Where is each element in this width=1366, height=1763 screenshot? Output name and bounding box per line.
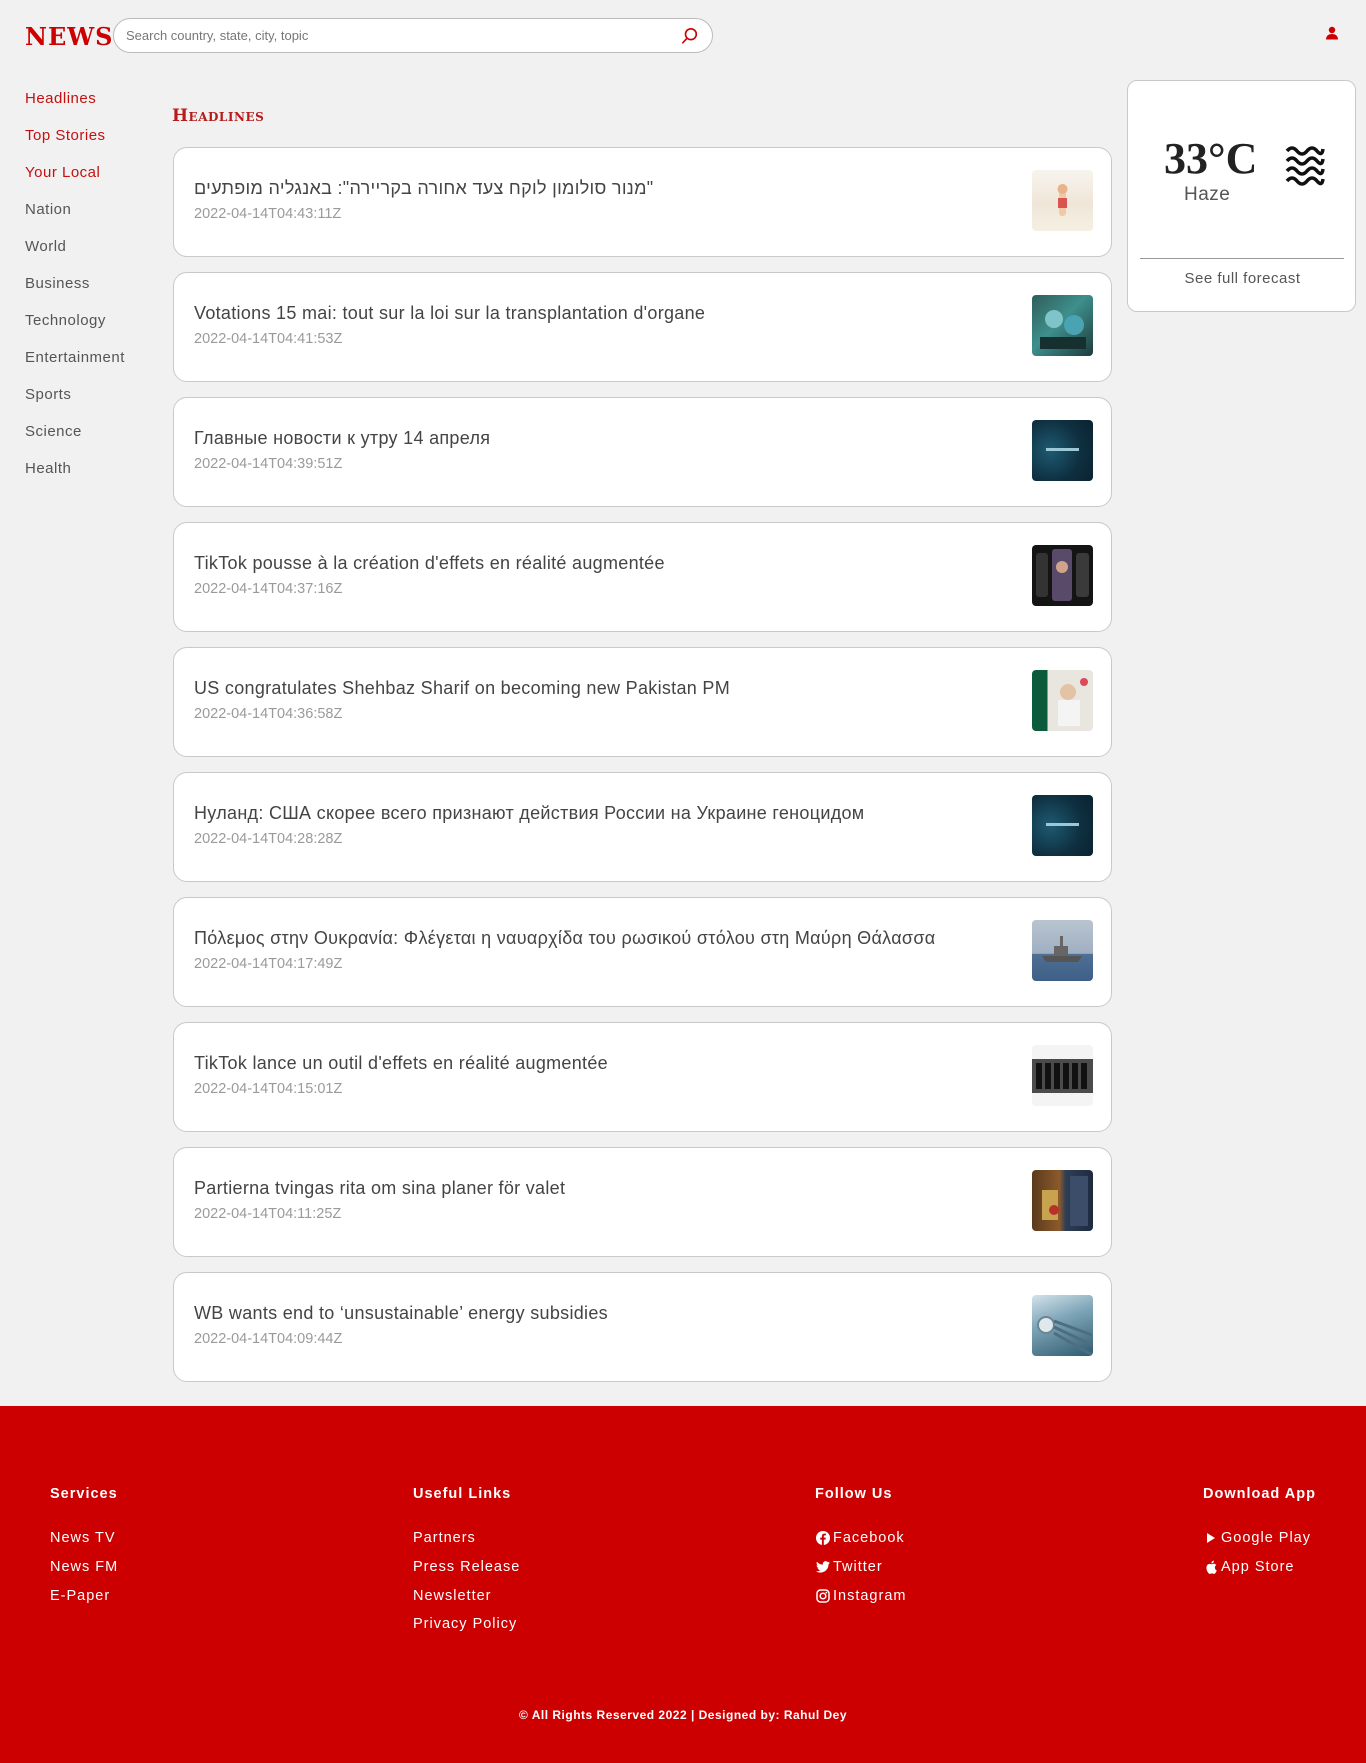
footer-link-label: Facebook <box>833 1530 905 1547</box>
article-date: 2022-04-14T04:43:11Z <box>194 206 342 222</box>
footer-link-label: App Store <box>1221 1559 1295 1576</box>
article-title[interactable]: Votations 15 mai: tout sur la loi sur la… <box>194 303 705 324</box>
section-title: Headlines <box>172 106 265 126</box>
footer-link-privacy-policy[interactable]: Privacy Policy <box>413 1610 520 1639</box>
article-date: 2022-04-14T04:39:51Z <box>194 456 343 472</box>
sidebar-item-health[interactable]: Health <box>25 457 165 494</box>
twitter-icon <box>815 1560 830 1575</box>
article-card[interactable]: Πόλεμος στην Ουκρανία: Φλέγεται η ναυαρχ… <box>173 897 1112 1007</box>
article-thumbnail[interactable] <box>1032 1170 1093 1231</box>
footer-link-news-fm[interactable]: News FM <box>50 1553 118 1582</box>
sidebar-item-technology[interactable]: Technology <box>25 309 165 346</box>
footer-heading-useful-links: Useful Links <box>413 1486 512 1502</box>
article-thumbnail[interactable] <box>1032 670 1093 731</box>
play-icon <box>1203 1531 1218 1546</box>
footer-link-e-paper[interactable]: E-Paper <box>50 1581 118 1610</box>
article-date: 2022-04-14T04:09:44Z <box>194 1331 343 1347</box>
article-card[interactable]: WB wants end to ‘unsustainable’ energy s… <box>173 1272 1112 1382</box>
article-date: 2022-04-14T04:15:01Z <box>194 1081 343 1097</box>
haze-icon <box>1283 143 1325 193</box>
article-card[interactable]: Нуланд: США скорее всего признают действ… <box>173 772 1112 882</box>
site-footer: Services News TV News FM E-Paper Useful … <box>0 1406 1366 1763</box>
article-thumbnail[interactable] <box>1032 795 1093 856</box>
sidebar-item-entertainment[interactable]: Entertainment <box>25 346 165 383</box>
search-bar <box>113 18 713 53</box>
footer-link-label: Twitter <box>833 1559 883 1576</box>
footer-useful-links: Useful Links Partners Press Release News… <box>413 1486 520 1639</box>
instagram-icon <box>815 1588 830 1603</box>
sidebar-item-sports[interactable]: Sports <box>25 383 165 420</box>
article-thumbnail[interactable] <box>1032 545 1093 606</box>
article-title[interactable]: Главные новости к утру 14 апреля <box>194 428 490 449</box>
sidebar-item-business[interactable]: Business <box>25 272 165 309</box>
see-forecast-link[interactable]: See full forecast <box>1128 270 1357 287</box>
article-date: 2022-04-14T04:41:53Z <box>194 331 343 347</box>
article-date: 2022-04-14T04:37:16Z <box>194 581 343 597</box>
footer-link-twitter[interactable]: Twitter <box>815 1553 906 1582</box>
footer-heading-download-app: Download App <box>1203 1486 1316 1502</box>
facebook-icon <box>815 1531 830 1546</box>
footer-link-newsletter[interactable]: Newsletter <box>413 1581 520 1610</box>
article-date: 2022-04-14T04:36:58Z <box>194 706 343 722</box>
copyright-text: © All Rights Reserved 2022 | Designed by… <box>518 1708 847 1722</box>
article-list: מנור סולומון לוקח צעד אחורה בקריירה": בא… <box>173 147 1112 1397</box>
article-date: 2022-04-14T04:17:49Z <box>194 956 343 972</box>
footer-link-facebook[interactable]: Facebook <box>815 1524 906 1553</box>
weather-widget: 33°C Haze See full forecast <box>1127 80 1356 312</box>
article-title[interactable]: TikTok lance un outil d'effets en réalit… <box>194 1053 608 1074</box>
sidebar-item-headlines[interactable]: Headlines <box>25 87 165 124</box>
article-title[interactable]: Πόλεμος στην Ουκρανία: Φλέγεται η ναυαρχ… <box>194 928 935 949</box>
footer-link-label: Instagram <box>833 1587 907 1604</box>
footer-link-google-play[interactable]: Google Play <box>1203 1524 1316 1553</box>
sidebar-nav: Headlines Top Stories Your Local Nation … <box>25 87 165 494</box>
article-title[interactable]: מנור סולומון לוקח צעד אחורה בקריירה": בא… <box>194 178 653 199</box>
user-icon[interactable] <box>1325 26 1341 42</box>
footer-link-press-release[interactable]: Press Release <box>413 1553 520 1582</box>
article-card[interactable]: TikTok lance un outil d'effets en réalit… <box>173 1022 1112 1132</box>
footer-link-partners[interactable]: Partners <box>413 1524 520 1553</box>
sidebar-item-science[interactable]: Science <box>25 420 165 457</box>
footer-link-label: Google Play <box>1221 1530 1311 1547</box>
weather-temperature: 33°C <box>1164 134 1258 183</box>
sidebar-item-your-local[interactable]: Your Local <box>25 161 165 198</box>
search-input[interactable] <box>126 28 680 43</box>
article-date: 2022-04-14T04:28:28Z <box>194 831 343 847</box>
footer-link-instagram[interactable]: Instagram <box>815 1581 906 1610</box>
article-thumbnail[interactable] <box>1032 420 1093 481</box>
sidebar-item-top-stories[interactable]: Top Stories <box>25 124 165 161</box>
search-icon[interactable] <box>680 26 700 46</box>
footer-link-app-store[interactable]: App Store <box>1203 1553 1316 1582</box>
sidebar-item-world[interactable]: World <box>25 235 165 272</box>
article-date: 2022-04-14T04:11:25Z <box>194 1206 342 1222</box>
article-card[interactable]: מנור סולומון לוקח צעד אחורה בקריירה": בא… <box>173 147 1112 257</box>
site-logo[interactable]: NEWS <box>25 22 114 51</box>
article-thumbnail[interactable] <box>1032 170 1093 231</box>
apple-icon <box>1203 1560 1218 1575</box>
article-card[interactable]: Главные новости к утру 14 апреля 2022-04… <box>173 397 1112 507</box>
footer-heading-services: Services <box>50 1486 118 1502</box>
article-card[interactable]: US congratulates Shehbaz Sharif on becom… <box>173 647 1112 757</box>
article-thumbnail[interactable] <box>1032 295 1093 356</box>
article-title[interactable]: US congratulates Shehbaz Sharif on becom… <box>194 678 730 699</box>
sidebar-item-nation[interactable]: Nation <box>25 198 165 235</box>
article-card[interactable]: Votations 15 mai: tout sur la loi sur la… <box>173 272 1112 382</box>
footer-follow-us: Follow Us Facebook Twitter Instagram <box>815 1486 906 1610</box>
footer-link-news-tv[interactable]: News TV <box>50 1524 118 1553</box>
article-title[interactable]: TikTok pousse à la création d'effets en … <box>194 553 665 574</box>
article-title[interactable]: Нуланд: США скорее всего признают действ… <box>194 803 865 824</box>
weather-divider <box>1140 258 1344 259</box>
article-card[interactable]: TikTok pousse à la création d'effets en … <box>173 522 1112 632</box>
footer-download-app: Download App Google Play App Store <box>1203 1486 1316 1581</box>
article-title[interactable]: WB wants end to ‘unsustainable’ energy s… <box>194 1303 608 1324</box>
weather-description: Haze <box>1184 184 1231 205</box>
footer-heading-follow-us: Follow Us <box>815 1486 893 1502</box>
article-thumbnail[interactable] <box>1032 1045 1093 1106</box>
article-thumbnail[interactable] <box>1032 1295 1093 1356</box>
footer-services: Services News TV News FM E-Paper <box>50 1486 118 1610</box>
article-thumbnail[interactable] <box>1032 920 1093 981</box>
article-title[interactable]: Partierna tvingas rita om sina planer fö… <box>194 1178 565 1199</box>
article-card[interactable]: Partierna tvingas rita om sina planer fö… <box>173 1147 1112 1257</box>
